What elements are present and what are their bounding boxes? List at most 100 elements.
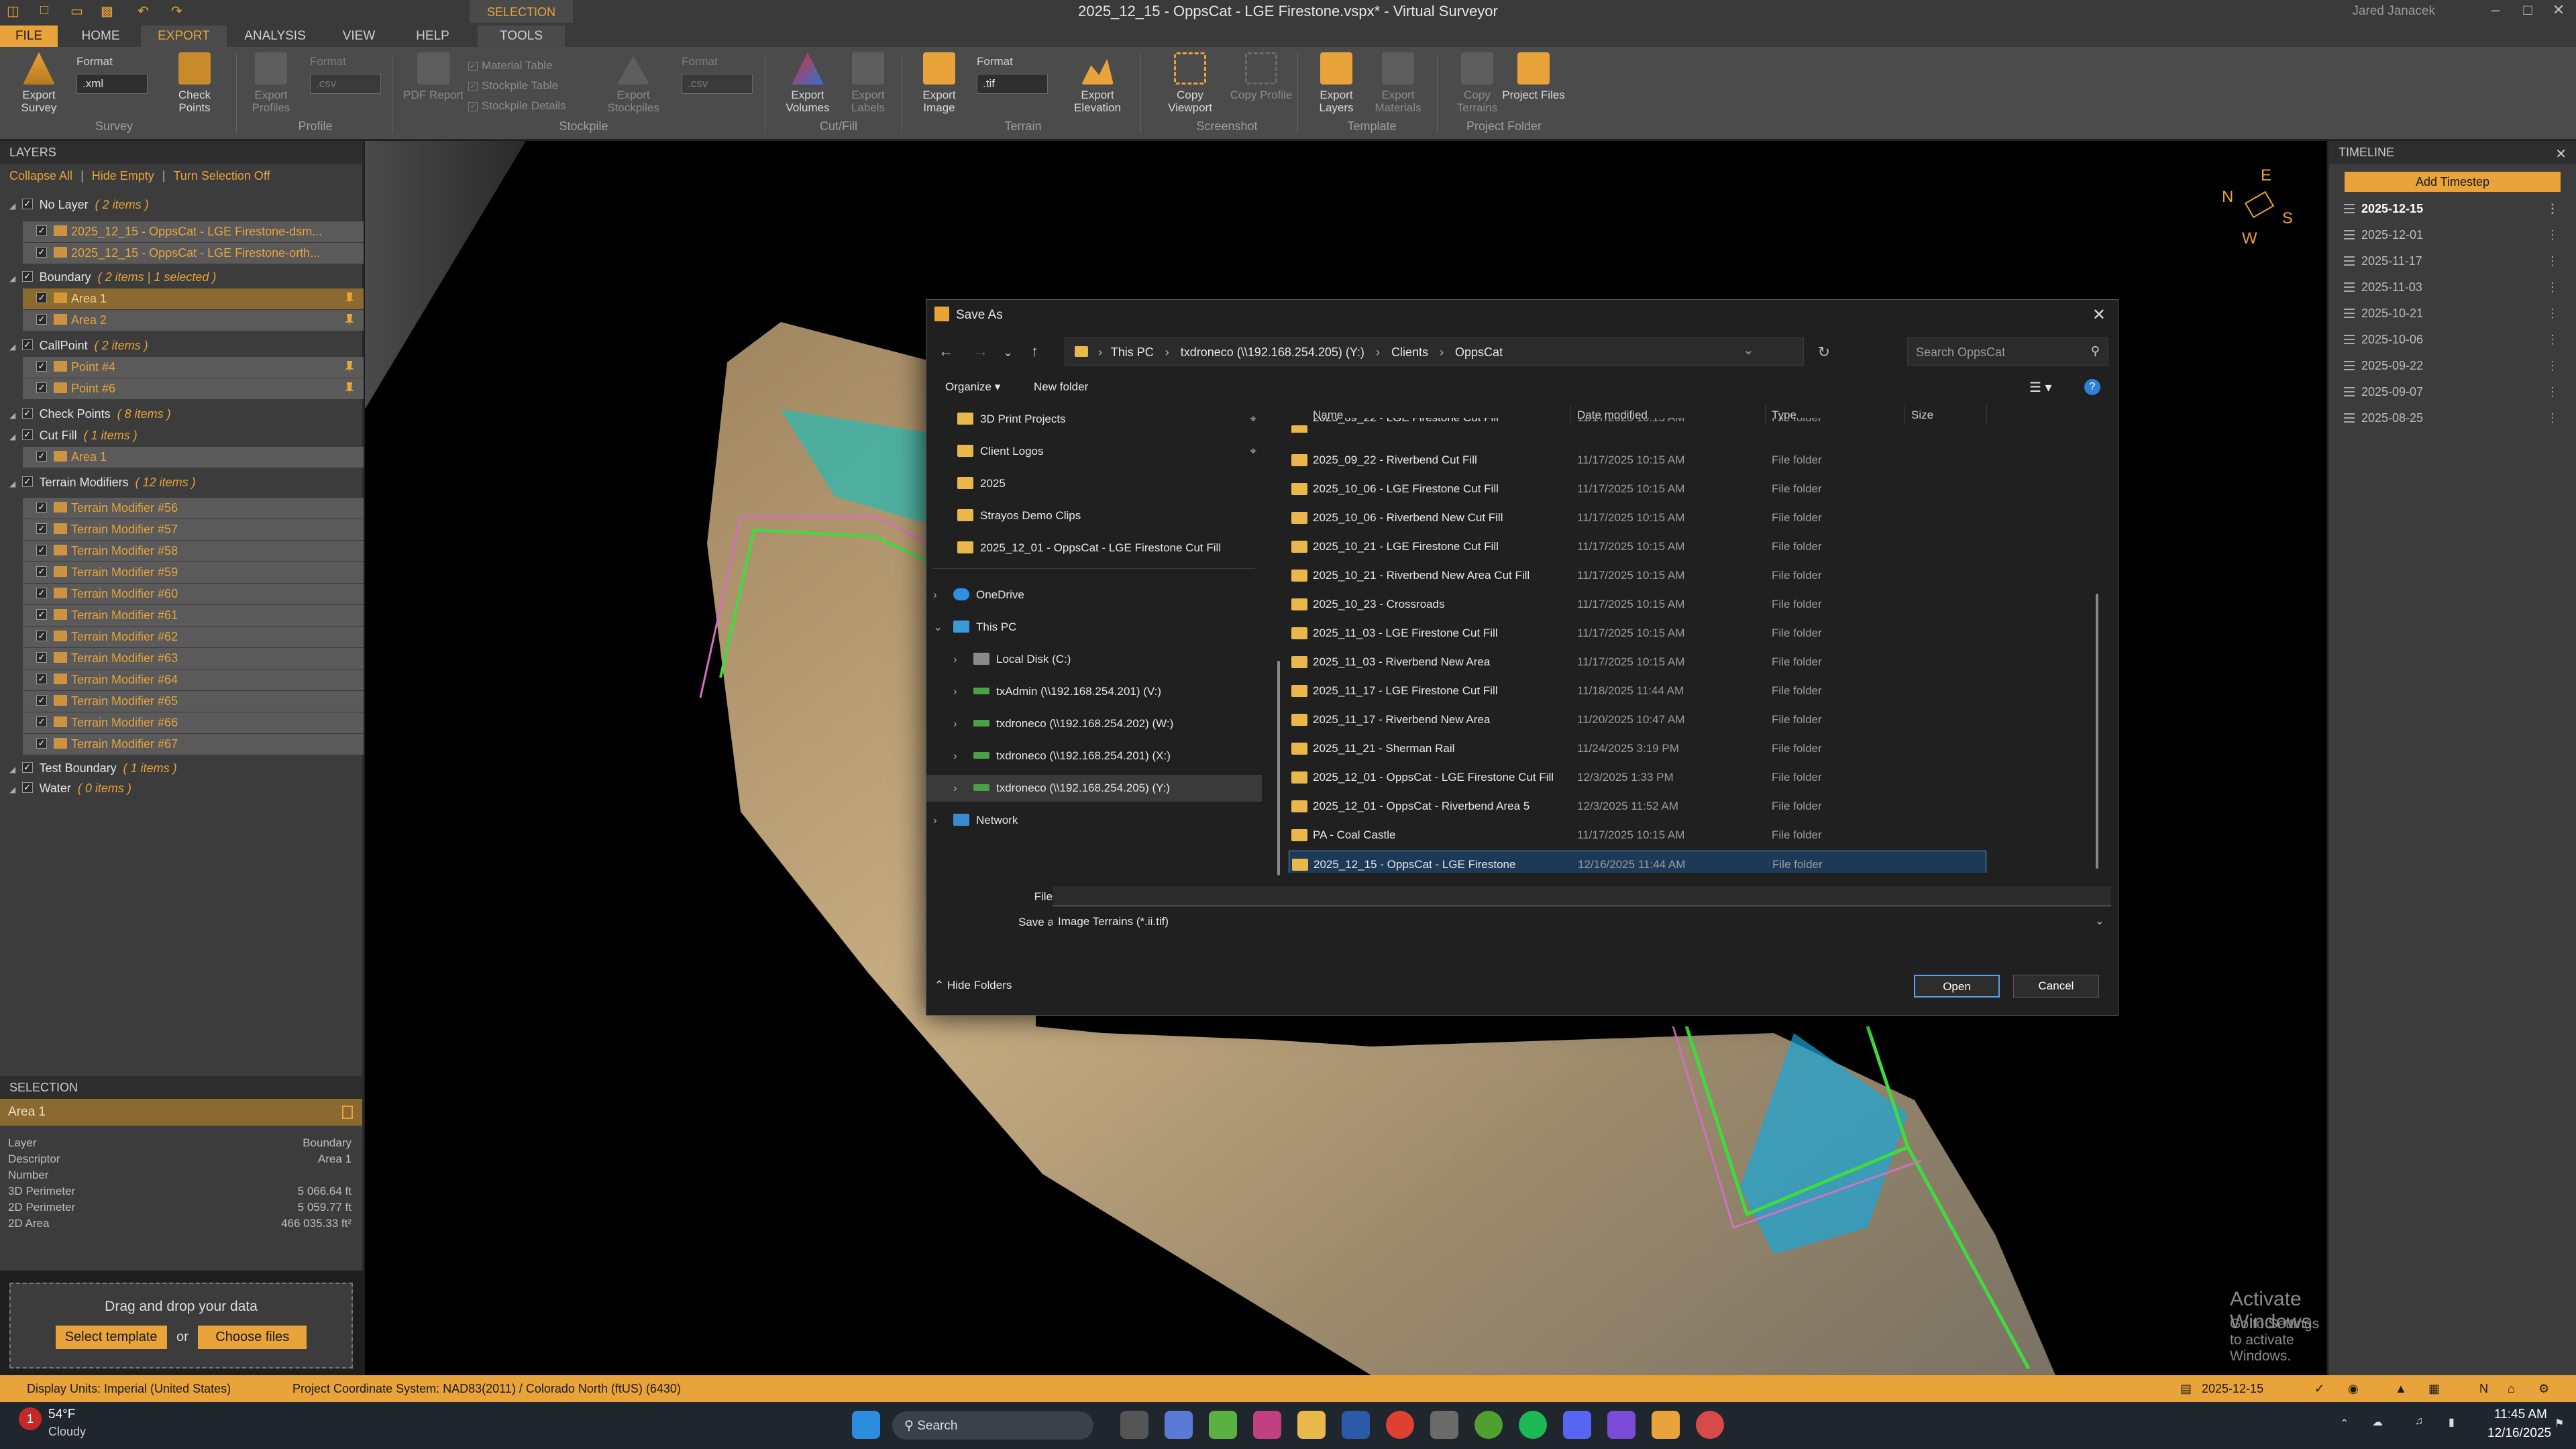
- battery-icon[interactable]: ▮: [2449, 1415, 2455, 1429]
- app-icon[interactable]: [1607, 1411, 1635, 1439]
- compass-widget[interactable]: N E S W: [2218, 165, 2298, 248]
- layer-item[interactable]: ✓ Area 2: [23, 310, 364, 331]
- layer-visibility-checkbox[interactable]: ✓: [36, 523, 47, 535]
- folder-row[interactable]: 2025_10_21 - LGE Firestone Cut Fill 11/17…: [1289, 533, 1986, 560]
- address-bar[interactable]: › This PC › txdroneco (\\192.168.254.205…: [1065, 337, 1830, 366]
- layer-item[interactable]: ✓ Terrain Modifier #58: [23, 541, 364, 561]
- new-folder-button[interactable]: New folder: [1034, 380, 1088, 394]
- address-dropdown-icon[interactable]: ⌄: [1743, 343, 1754, 358]
- file-explorer-icon[interactable]: [1297, 1411, 1326, 1439]
- more-options-icon[interactable]: ⋮: [2546, 222, 2559, 248]
- expand-icon[interactable]: ◢: [9, 432, 18, 441]
- layer-item[interactable]: ✓ Terrain Modifier #66: [23, 712, 364, 733]
- pin-icon[interactable]: ⌖: [1250, 438, 1256, 465]
- layer-visibility-checkbox[interactable]: ✓: [36, 674, 47, 685]
- timestep-item[interactable]: 2025-12-15 ⋮: [2329, 196, 2576, 222]
- layer-item[interactable]: ✓ Terrain Modifier #64: [23, 669, 364, 690]
- tab-export[interactable]: EXPORT: [141, 25, 227, 47]
- close-icon[interactable]: ✕: [2545, 1, 2572, 21]
- back-arrow-icon[interactable]: ←: [938, 343, 953, 360]
- clock-time[interactable]: 11:45 AM: [2494, 1407, 2547, 1422]
- expand-chevron-icon[interactable]: ⌄: [933, 614, 943, 641]
- turn-selection-off-link[interactable]: Turn Selection Off: [173, 169, 270, 182]
- more-options-icon[interactable]: ⋮: [2546, 379, 2559, 405]
- volume-icon[interactable]: ♫: [2415, 1415, 2423, 1428]
- timestep-item[interactable]: 2025-09-07 ⋮: [2329, 379, 2576, 405]
- layer-group[interactable]: ◢ ✓ Terrain Modifiers ( 12 items ): [0, 472, 196, 493]
- layer-item[interactable]: ✓ Point #4: [23, 357, 364, 378]
- copy-viewport-button[interactable]: Copy Viewport: [1157, 52, 1224, 114]
- layer-visibility-checkbox[interactable]: ✓: [21, 476, 33, 488]
- export-stockpiles-button[interactable]: Export Stockpiles: [600, 52, 667, 114]
- layer-item[interactable]: ✓ 2025_12_15 - OppsCat - LGE Firestone-ds…: [23, 221, 364, 242]
- notification-bell-icon[interactable]: ⚑: [2555, 1417, 2564, 1430]
- grid-icon[interactable]: ▦: [2428, 1382, 2440, 1396]
- layer-item[interactable]: ✓ Terrain Modifier #56: [23, 498, 364, 519]
- folder-row[interactable]: 2025_12_15 - OppsCat - LGE Firestone 12/1…: [1289, 851, 1986, 873]
- north-icon[interactable]: N: [2479, 1382, 2488, 1396]
- folder-row[interactable]: 2025_09_22 - Riverbend Cut Fill 11/17/202…: [1289, 447, 1986, 474]
- layer-visibility-checkbox[interactable]: ✓: [36, 292, 47, 304]
- export-profiles-button[interactable]: Export Profiles: [237, 52, 305, 114]
- layer-group[interactable]: ◢ ✓ Check Points ( 8 items ): [0, 404, 171, 425]
- layer-group[interactable]: ◢ ✓ No Layer ( 2 items ): [0, 195, 149, 215]
- app-icon[interactable]: [1209, 1411, 1237, 1439]
- copy-profile-button[interactable]: Copy Profile: [1228, 52, 1295, 101]
- layer-visibility-checkbox[interactable]: ✓: [21, 408, 33, 419]
- store-icon[interactable]: [1342, 1411, 1370, 1439]
- layer-visibility-checkbox[interactable]: ✓: [36, 695, 47, 706]
- tab-home[interactable]: HOME: [67, 25, 134, 47]
- nav-item[interactable]: › txdroneco (\\192.168.254.202) (W:): [926, 710, 1262, 737]
- layer-visibility-checkbox[interactable]: ✓: [36, 502, 47, 513]
- layer-visibility-checkbox[interactable]: ✓: [36, 738, 47, 749]
- layer-visibility-checkbox[interactable]: ✓: [36, 451, 47, 462]
- expand-icon[interactable]: ◢: [9, 274, 18, 283]
- copilot-icon[interactable]: [1253, 1411, 1281, 1439]
- pin-icon[interactable]: ⌖: [1250, 406, 1256, 433]
- layer-item[interactable]: ✓ Terrain Modifier #57: [23, 519, 364, 540]
- timestep-item[interactable]: 2025-09-22 ⋮: [2329, 353, 2576, 379]
- expand-icon[interactable]: ◢: [9, 411, 18, 420]
- expand-icon[interactable]: ◢: [9, 765, 18, 774]
- minimize-icon[interactable]: –: [2482, 1, 2509, 21]
- folder-row[interactable]: 2025_11_03 - Riverbend New Area 11/17/202…: [1289, 649, 1986, 676]
- recent-chevron-icon[interactable]: ⌄: [1003, 345, 1013, 360]
- tray-overflow-icon[interactable]: ⌃: [2340, 1417, 2349, 1430]
- layer-item[interactable]: ✓ Terrain Modifier #62: [23, 627, 364, 647]
- layer-group[interactable]: ◢ ✓ Test Boundary ( 1 items ): [0, 758, 177, 779]
- layer-visibility-checkbox[interactable]: ✓: [36, 566, 47, 578]
- taskbar-search[interactable]: ⚲ Search: [892, 1411, 1093, 1440]
- nav-item[interactable]: › OneDrive: [926, 582, 1262, 608]
- drag-handle-icon[interactable]: [2344, 256, 2355, 266]
- organize-button[interactable]: Organize ▾: [945, 380, 1000, 394]
- folder-row[interactable]: PA - Coal Castle 11/17/2025 10:15 AM File …: [1289, 822, 1986, 849]
- more-options-icon[interactable]: ⋮: [2546, 353, 2559, 379]
- timestep-item[interactable]: 2025-10-06 ⋮: [2329, 327, 2576, 353]
- expand-chevron-icon[interactable]: ›: [953, 646, 957, 673]
- expand-chevron-icon[interactable]: ›: [933, 807, 937, 834]
- drag-handle-icon[interactable]: [2344, 361, 2355, 370]
- folder-row[interactable]: 2025_10_06 - Riverbend New Cut Fill 11/17…: [1289, 504, 1986, 531]
- more-options-icon[interactable]: ⋮: [2546, 248, 2559, 274]
- export-materials-button[interactable]: Export Materials: [1364, 52, 1432, 114]
- chrome-profile-icon[interactable]: [1696, 1411, 1724, 1439]
- export-elevation-button[interactable]: Export Elevation: [1064, 52, 1131, 114]
- folder-row[interactable]: 2025_10_21 - Riverbend New Area Cut Fill…: [1289, 562, 1986, 589]
- folder-row[interactable]: 2025_11_17 - LGE Firestone Cut Fill 11/18…: [1289, 678, 1986, 704]
- layer-group[interactable]: ◢ ✓ Cut Fill ( 1 items ): [0, 425, 138, 446]
- layer-visibility-checkbox[interactable]: ✓: [21, 199, 33, 210]
- folder-row[interactable]: 2025_11_17 - Riverbend New Area 11/20/202…: [1289, 706, 1986, 733]
- layer-item[interactable]: ✓ Area 1: [23, 288, 364, 309]
- export-image-button[interactable]: Export Image: [906, 52, 973, 114]
- export-labels-button[interactable]: Export Labels: [835, 52, 902, 114]
- layer-item[interactable]: ✓ Terrain Modifier #65: [23, 691, 364, 712]
- network-icon[interactable]: ☁: [2372, 1415, 2383, 1429]
- chrome-icon[interactable]: [1386, 1411, 1414, 1439]
- up-arrow-icon[interactable]: ↑: [1031, 343, 1038, 360]
- drag-handle-icon[interactable]: [2344, 282, 2355, 292]
- project-files-button[interactable]: Project Files: [1500, 52, 1567, 101]
- stockpile-format-select[interactable]: .csv: [682, 74, 753, 94]
- breadcrumb-clients[interactable]: Clients: [1391, 345, 1428, 359]
- folder-row[interactable]: 2025_09_22 - LGE Firestone Cut Fill11/17…: [1289, 418, 1986, 433]
- expand-icon[interactable]: ◢: [9, 785, 18, 794]
